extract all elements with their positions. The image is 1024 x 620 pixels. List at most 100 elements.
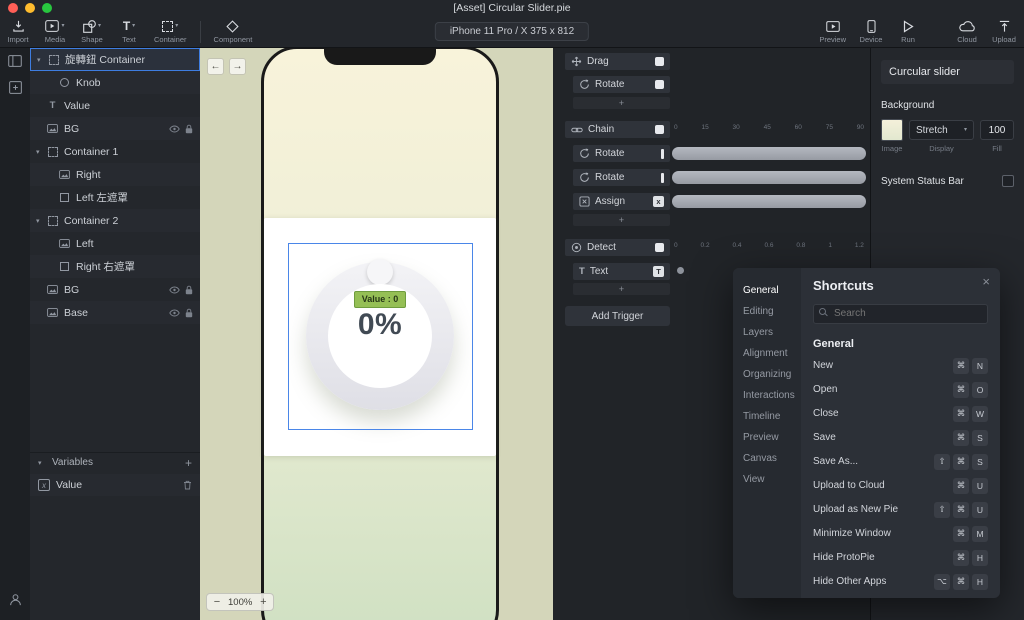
eye-icon[interactable]: [169, 125, 180, 133]
insert-panel-button[interactable]: [0, 74, 30, 100]
user-account-button[interactable]: [0, 586, 30, 612]
enable-checkbox[interactable]: [655, 57, 664, 66]
nav-item-alignment[interactable]: Alignment: [733, 343, 801, 364]
import-button[interactable]: Import: [6, 19, 30, 44]
layer-row-base[interactable]: Base: [30, 301, 200, 324]
layer-row-right-mask[interactable]: Right 右遮罩: [30, 255, 200, 278]
trigger-drag[interactable]: Drag: [565, 53, 670, 70]
disclosure-triangle-icon[interactable]: ▾: [36, 148, 46, 156]
layer-row-right[interactable]: Right: [30, 163, 200, 186]
value-badge[interactable]: Value : 0: [353, 291, 407, 308]
layer-row-left[interactable]: Left: [30, 232, 200, 255]
nav-item-organizing[interactable]: Organizing: [733, 364, 801, 385]
run-button[interactable]: Run: [896, 19, 920, 44]
forward-button[interactable]: →: [229, 58, 246, 75]
disclosure-triangle-icon[interactable]: ▾: [36, 217, 46, 225]
nav-item-interactions[interactable]: Interactions: [733, 385, 801, 406]
enable-checkbox[interactable]: [655, 125, 664, 134]
nav-item-preview[interactable]: Preview: [733, 427, 801, 448]
device-button[interactable]: Device: [859, 19, 883, 44]
disclosure-triangle-icon[interactable]: ▾: [38, 459, 48, 467]
text-button[interactable]: T ▾ Text: [117, 19, 141, 44]
cloud-button[interactable]: Cloud: [955, 19, 979, 44]
chevron-down-icon: ▾: [175, 23, 179, 29]
layer-row-container2[interactable]: ▾ Container 2: [30, 209, 200, 232]
lock-icon[interactable]: [185, 124, 193, 134]
panels-toggle-button[interactable]: [0, 48, 30, 74]
lock-icon[interactable]: [185, 285, 193, 295]
upload-button[interactable]: Upload: [992, 19, 1016, 44]
eye-icon[interactable]: [169, 309, 180, 317]
card-layer[interactable]: Value : 0 0%: [264, 218, 496, 456]
close-icon[interactable]: ×: [982, 274, 990, 289]
nav-item-editing[interactable]: Editing: [733, 301, 801, 322]
shortcut-label: Save As...: [813, 456, 859, 467]
response-text[interactable]: T Text T: [573, 263, 670, 280]
zoom-level[interactable]: 100%: [228, 597, 252, 608]
lock-icon[interactable]: [185, 308, 193, 318]
layer-row-value[interactable]: T Value: [30, 94, 200, 117]
device-selector[interactable]: iPhone 11 Pro / X 375 x 812: [434, 22, 590, 41]
component-button[interactable]: Component: [214, 19, 252, 44]
layer-row-bg2[interactable]: BG: [30, 278, 200, 301]
container-button[interactable]: ▾ Container: [154, 19, 187, 44]
nav-item-timeline[interactable]: Timeline: [733, 406, 801, 427]
zoom-in-button[interactable]: +: [258, 596, 268, 608]
response-rotate[interactable]: Rotate: [573, 76, 670, 93]
dial-inner-circle[interactable]: Value : 0 0%: [328, 284, 432, 388]
shape-button[interactable]: ▾ Shape: [80, 19, 104, 44]
background-image-thumbnail[interactable]: [881, 119, 903, 141]
delete-icon[interactable]: [183, 480, 192, 490]
nav-item-canvas[interactable]: Canvas: [733, 448, 801, 469]
preview-button[interactable]: Preview: [819, 19, 846, 44]
timeline-bar[interactable]: [672, 171, 866, 184]
timeline-bar[interactable]: [672, 195, 866, 208]
display-value: Stretch: [916, 124, 948, 136]
response-rotate[interactable]: Rotate: [573, 169, 670, 186]
minimize-window-button[interactable]: [25, 3, 35, 13]
layer-row-container[interactable]: ▾ 旋轉鈕 Container: [30, 48, 200, 71]
disclosure-triangle-icon[interactable]: ▾: [37, 56, 47, 64]
add-response-button[interactable]: +: [573, 283, 670, 295]
circular-slider-dial[interactable]: Value : 0 0%: [306, 259, 454, 410]
status-bar-checkbox[interactable]: [1002, 175, 1014, 187]
close-window-button[interactable]: [8, 3, 18, 13]
scene-title-field[interactable]: Curcular slider: [881, 60, 1014, 84]
shortcut-label: Save: [813, 432, 836, 443]
eye-icon[interactable]: [169, 286, 180, 294]
enable-checkbox[interactable]: [655, 80, 664, 89]
variable-row-value[interactable]: x Value: [30, 474, 200, 496]
layer-row-knob[interactable]: Knob: [30, 71, 200, 94]
add-trigger-button[interactable]: Add Trigger: [565, 306, 670, 326]
nav-item-view[interactable]: View: [733, 469, 801, 490]
value-percent[interactable]: 0%: [358, 308, 402, 342]
response-rotate[interactable]: Rotate: [573, 145, 670, 162]
nav-item-general[interactable]: General: [733, 280, 801, 301]
phone-notch: [324, 48, 436, 65]
layer-row-left-mask[interactable]: Left 左遮罩: [30, 186, 200, 209]
back-button[interactable]: ←: [207, 58, 224, 75]
add-variable-button[interactable]: +: [185, 456, 192, 470]
layer-row-container1[interactable]: ▾ Container 1: [30, 140, 200, 163]
keyframe-dot[interactable]: [677, 267, 684, 274]
zoom-window-button[interactable]: [42, 3, 52, 13]
timeline-bar[interactable]: [672, 147, 866, 160]
trigger-chain[interactable]: Chain: [565, 121, 670, 138]
search-input[interactable]: [813, 303, 988, 324]
shortcut-row: Upload as New Pie ⇧ ⌘ U: [813, 498, 988, 522]
trigger-detect[interactable]: Detect: [565, 239, 670, 256]
add-response-button[interactable]: +: [573, 214, 670, 226]
nav-item-layers[interactable]: Layers: [733, 322, 801, 343]
media-button[interactable]: ▾ Media: [43, 19, 67, 44]
response-assign[interactable]: Assign x: [573, 193, 670, 210]
enable-checkbox[interactable]: [655, 243, 664, 252]
add-response-button[interactable]: +: [573, 97, 670, 109]
shortcut-row: Open ⌘ O: [813, 378, 988, 402]
canvas[interactable]: Value : 0 0% ← → − 100% +: [200, 48, 553, 620]
fill-input[interactable]: [980, 120, 1014, 140]
zoom-out-button[interactable]: −: [212, 596, 222, 608]
layer-row-bg[interactable]: BG: [30, 117, 200, 140]
key-badge: ⌘: [953, 453, 969, 470]
display-dropdown[interactable]: Stretch ▾: [909, 120, 974, 140]
slider-knob[interactable]: [367, 259, 393, 285]
